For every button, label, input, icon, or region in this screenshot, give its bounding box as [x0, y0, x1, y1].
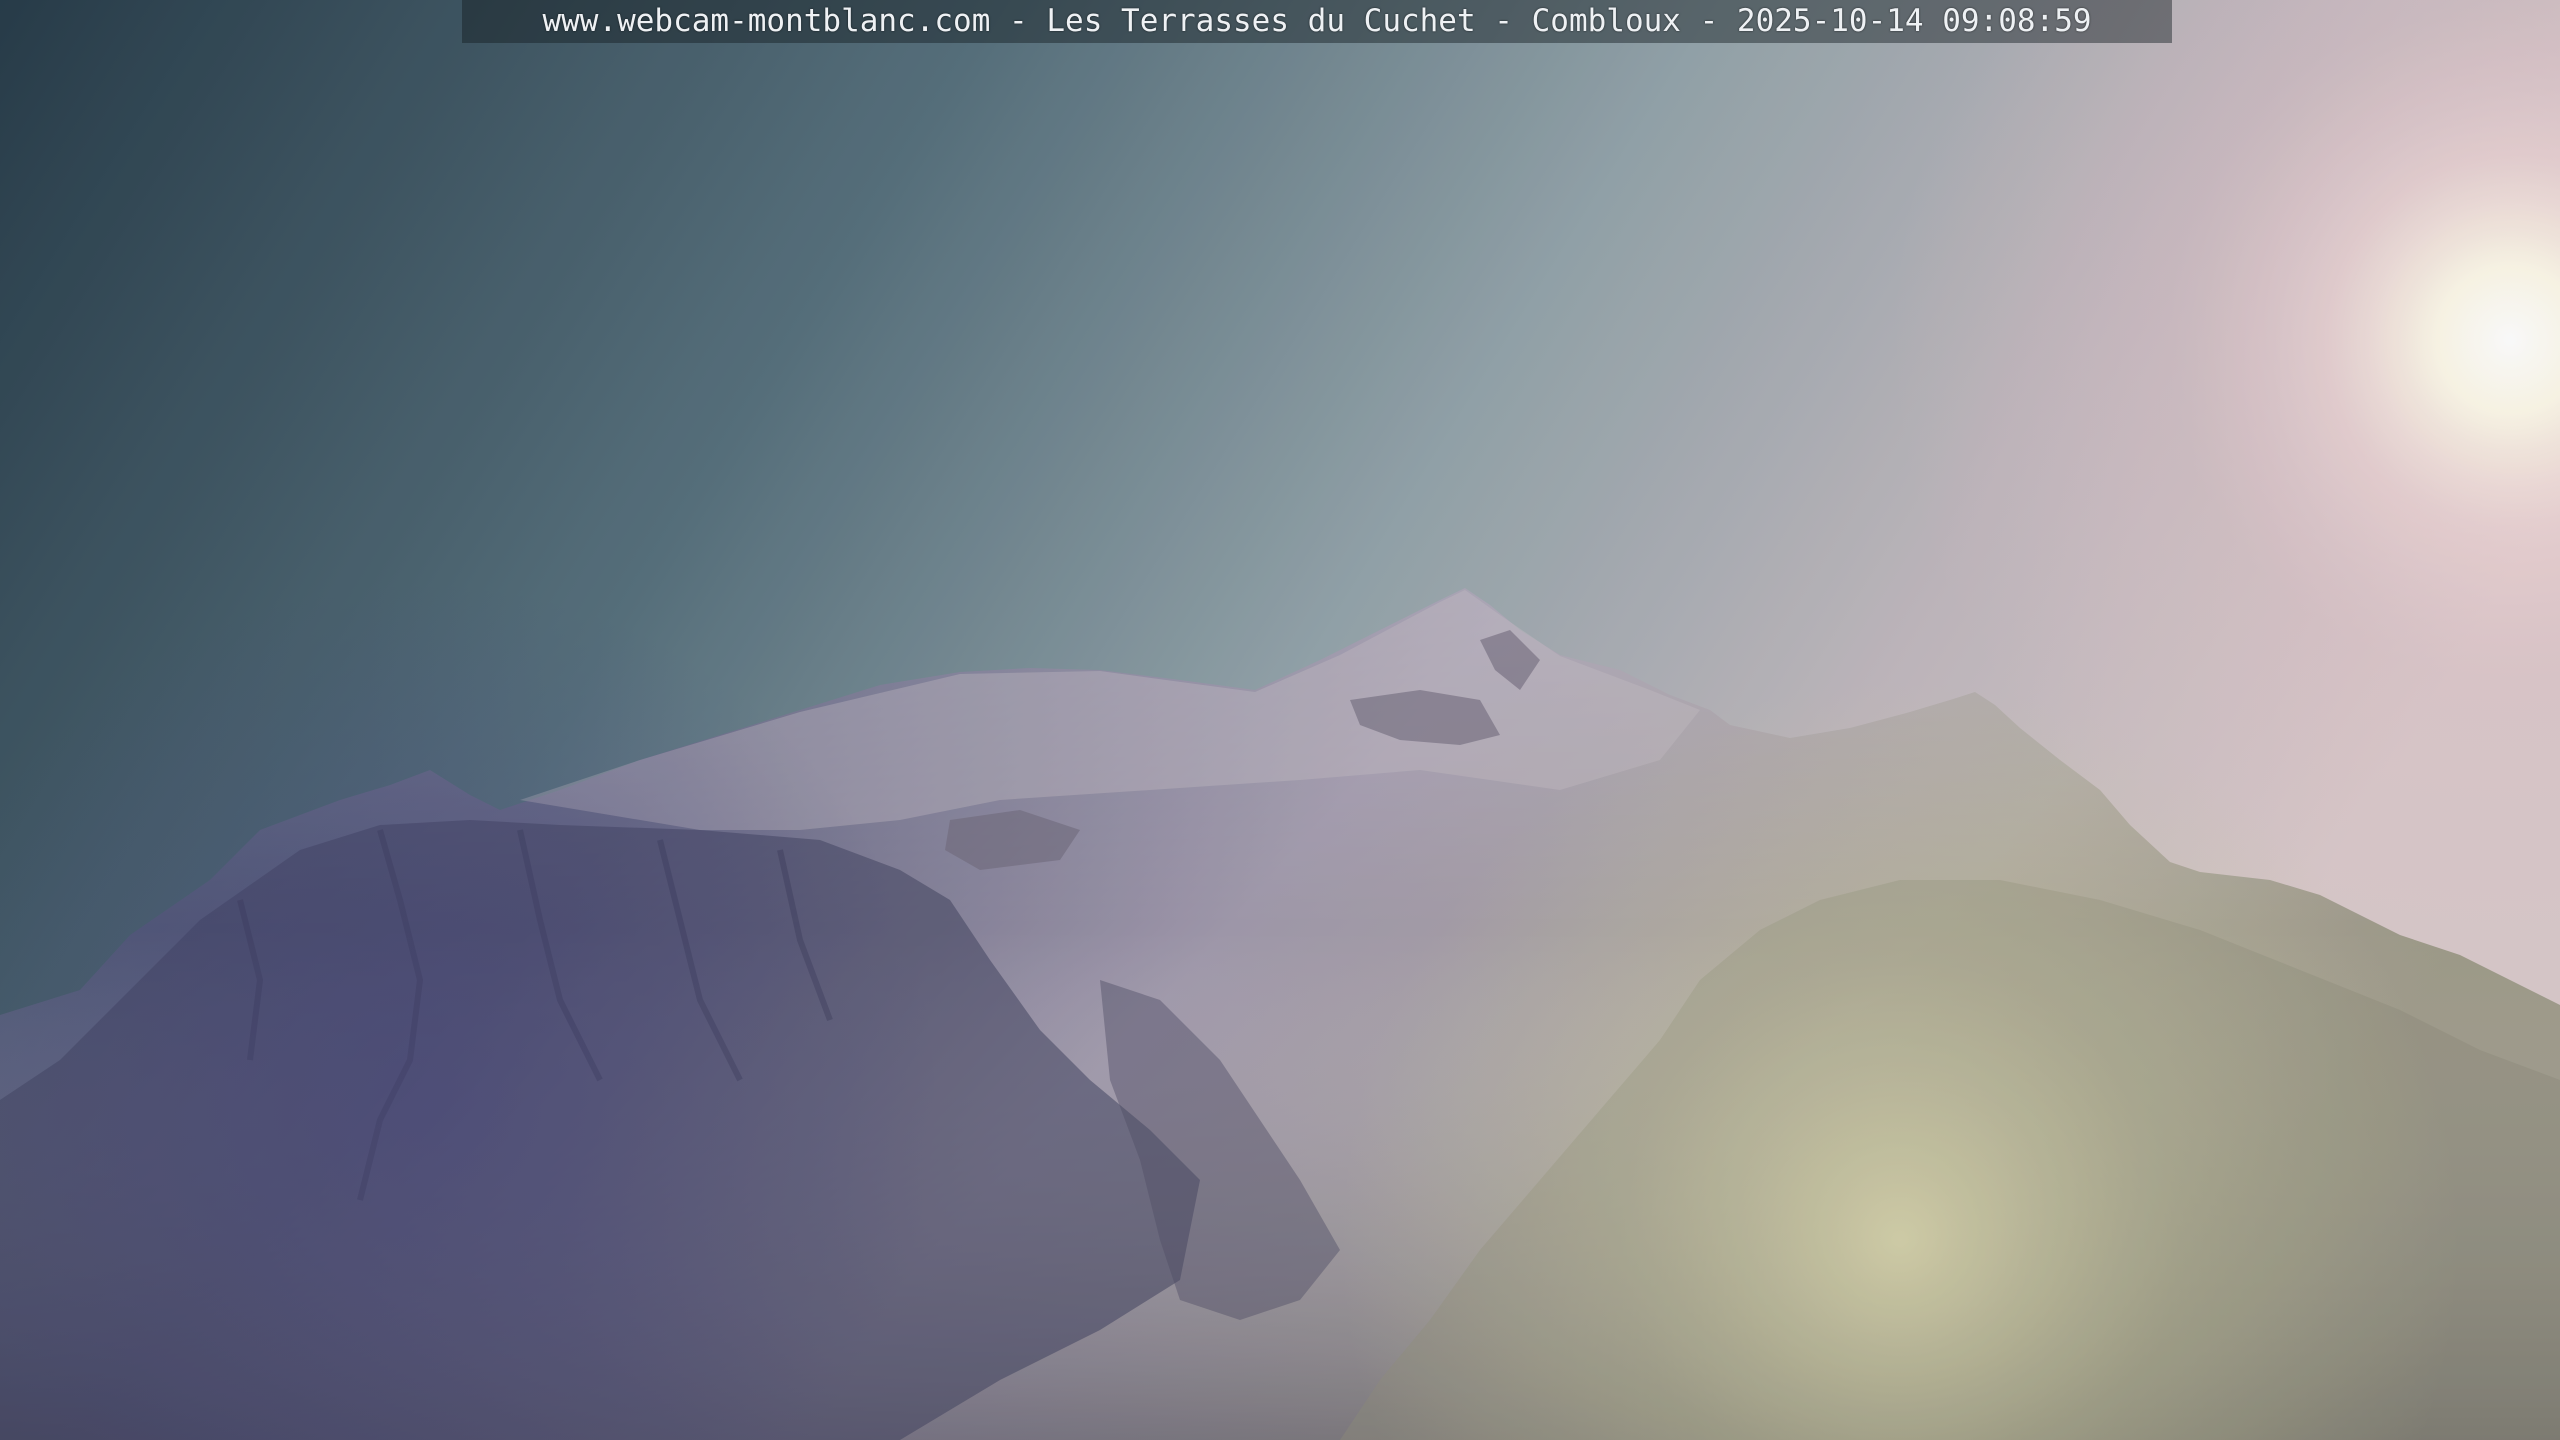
webcam-caption-bar: www.webcam-montblanc.com - Les Terrasses… — [462, 0, 2172, 43]
webcam-frame: www.webcam-montblanc.com - Les Terrasses… — [0, 0, 2560, 1440]
haze — [0, 0, 2560, 1440]
webcam-caption: www.webcam-montblanc.com - Les Terrasses… — [542, 3, 2092, 39]
webcam-image — [0, 0, 2560, 1440]
